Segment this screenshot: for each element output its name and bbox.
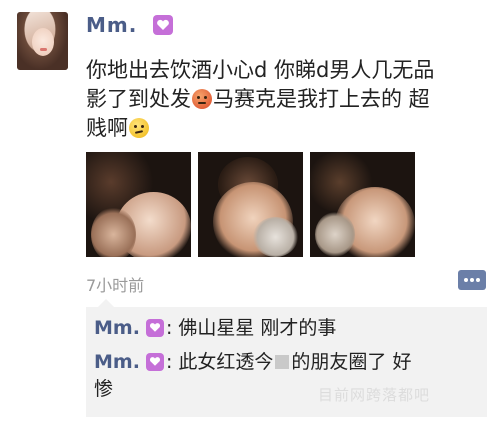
heart-badge-icon [153, 15, 173, 35]
post-photo-1[interactable] [86, 152, 191, 257]
comment-row[interactable]: Mm.: 佛山星星 刚才的事 [94, 315, 479, 342]
comment-text-cont: 的朋友圈了 好 [291, 351, 412, 373]
comment-text-line2: 惨 [94, 378, 114, 400]
post-text: 你地出去饮酒小心d 你睇d男人几无品 影了到处发 马赛克是我打上去的 超 贱啊 [86, 56, 481, 143]
heart-badge-icon [145, 319, 164, 337]
avatar[interactable] [17, 12, 68, 70]
post-text-segment: 影了到处发 [86, 87, 191, 111]
comment-text: 佛山星星 刚才的事 [178, 317, 337, 339]
post-text-line2: 影了到处发 马赛克是我打上去的 超 [86, 85, 481, 114]
comment-more-icon[interactable] [458, 270, 486, 290]
avatar-face [32, 28, 54, 56]
post-username[interactable]: Mm. [86, 13, 137, 37]
post-text-line3: 贱啊 [86, 114, 481, 143]
comment-author[interactable]: Mm. [94, 317, 140, 339]
post-text-line1: 你地出去饮酒小心d 你睇d男人几无品 [86, 58, 435, 82]
post-text-segment: 马赛克是我打上去的 超 [213, 87, 430, 111]
confused-emoji-icon [129, 118, 149, 138]
moments-page: Mm. 你地出去饮酒小心d 你睇d男人几无品 影了到处发 马赛克是我打上去的 超 … [0, 0, 500, 428]
comment-author[interactable]: Mm. [94, 351, 140, 373]
flushed-emoji-icon [192, 89, 212, 109]
post-photo-3[interactable] [310, 152, 415, 257]
obscured-character [275, 355, 290, 369]
comment-separator: : [165, 317, 173, 339]
comment-separator: : [165, 351, 173, 373]
post-photo-2[interactable] [198, 152, 303, 257]
heart-badge-icon [145, 353, 164, 371]
post-timestamp: 7小时前 [86, 276, 145, 295]
comment-text: 此女红透今 [178, 351, 274, 373]
watermark: 目前网跨落都吧 [318, 386, 431, 404]
avatar-lips [40, 48, 47, 51]
post-text-segment: 贱啊 [86, 116, 128, 140]
